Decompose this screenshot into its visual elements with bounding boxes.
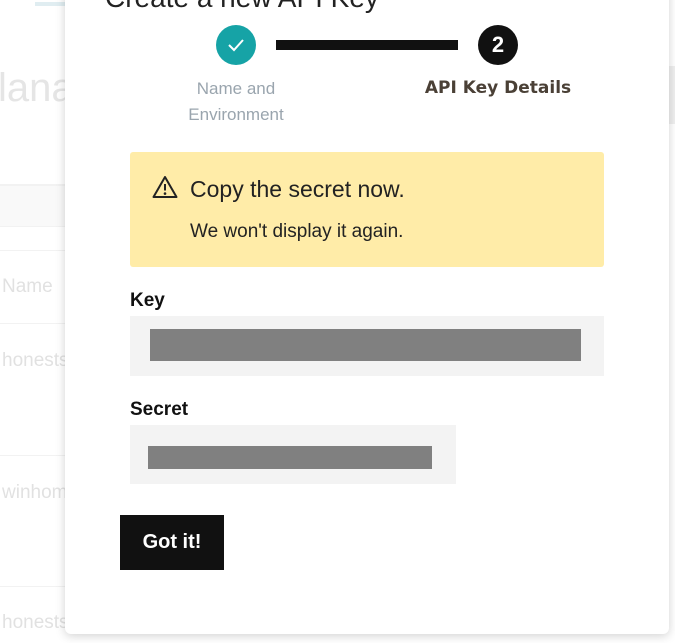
modal-title: Create a new API Key xyxy=(105,0,379,14)
key-redaction xyxy=(150,329,581,361)
step-2-current-indicator: 2 xyxy=(478,25,518,65)
secret-label: Secret xyxy=(130,399,189,420)
warning-banner: Copy the secret now. We won't display it… xyxy=(130,152,604,267)
secret-value-field[interactable] xyxy=(130,425,456,484)
stepper-connector xyxy=(276,40,458,50)
got-it-button[interactable]: Got it! xyxy=(120,515,224,570)
key-value-field[interactable] xyxy=(130,316,604,376)
key-label: Key xyxy=(130,290,165,311)
step-2-label: API Key Details xyxy=(424,78,572,98)
create-api-key-modal: Create a new API Key 2 Name and Environm… xyxy=(65,0,669,634)
warning-triangle-icon xyxy=(152,176,178,198)
step-1-label: Name and Environment xyxy=(188,79,284,124)
secret-redaction xyxy=(148,446,432,469)
checkmark-icon xyxy=(228,39,244,52)
warning-title: Copy the secret now. xyxy=(190,176,405,202)
viewport: lana Name honests winhom honests Create … xyxy=(0,0,675,643)
step-1-complete-indicator xyxy=(216,25,256,65)
warning-message: We won't display it again. xyxy=(190,221,404,242)
